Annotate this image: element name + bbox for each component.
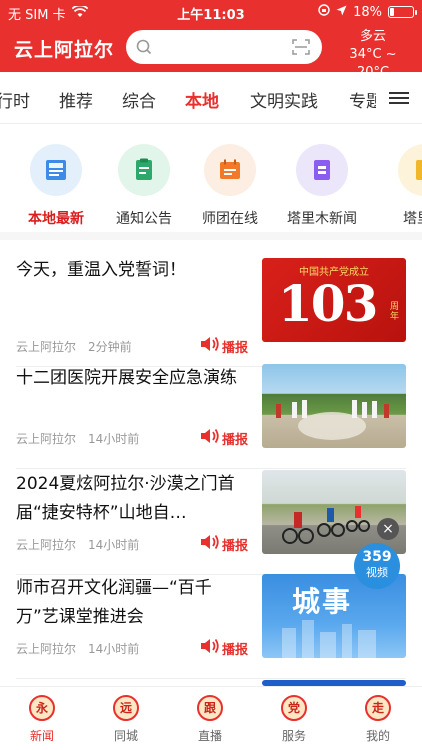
category-notice[interactable]: 通知公告 [94, 144, 194, 228]
play-audio-button[interactable]: 播报 [200, 428, 248, 448]
division-online-icon [204, 144, 256, 196]
category-label: 本地最新 [28, 211, 84, 227]
battery-percent: 18% [353, 4, 382, 20]
weather-condition: 多云 [359, 29, 386, 44]
service-nav-icon: 党 [281, 695, 307, 721]
nav-label: 我的 [365, 729, 390, 743]
category-label: 塔里木新闻 [287, 211, 357, 227]
tab-hangshi[interactable]: 行时 [0, 87, 30, 112]
close-icon[interactable]: × [377, 518, 399, 540]
category-label: 塔里木 [403, 211, 422, 227]
nav-label: 直播 [197, 729, 222, 743]
news-nav-icon: 永 [29, 695, 55, 721]
category-row: 本地最新 通知公告 师团在线 塔里木新闻 塔里木 [0, 124, 422, 240]
search-input[interactable] [160, 38, 280, 53]
category-label: 通知公告 [116, 211, 172, 227]
news-meta: 云上阿拉尔 14小时前 [16, 430, 139, 447]
news-title[interactable]: 师市召开文化润疆—“百千万”艺课堂推进会 [16, 574, 248, 632]
notice-icon [118, 144, 170, 196]
tab-local[interactable]: 本地 [185, 87, 219, 112]
play-audio-label: 播报 [222, 340, 249, 356]
news-time: 14小时前 [88, 538, 140, 552]
news-thumbnail[interactable]: 中国共产党成立 103 周年 [262, 258, 406, 342]
channel-menu-button[interactable] [376, 72, 422, 123]
category-local-latest[interactable]: 本地最新 [6, 144, 106, 228]
item-divider [16, 468, 406, 469]
bottom-nav: 永 新闻 远 同城 跟 直播 党 服务 走 我的 [0, 686, 422, 750]
channel-tabs: 行时 推荐 综合 本地 文明实践 专题 [0, 72, 422, 124]
news-source: 云上阿拉尔 [16, 538, 77, 552]
speaker-icon [200, 638, 220, 658]
play-audio-button[interactable]: 播报 [200, 336, 248, 356]
news-item[interactable]: 2024夏炫阿拉尔·沙漠之门首届“捷安特杯”山地自… 云上阿拉尔 14小时前 播… [16, 470, 406, 578]
news-meta: 云上阿拉尔 14小时前 [16, 640, 139, 657]
news-thumbnail[interactable] [262, 364, 406, 448]
thumbnail-caption-number: 103 [278, 274, 378, 333]
category-label: 师团在线 [202, 211, 258, 227]
location-icon [336, 5, 347, 20]
news-title[interactable]: 今天，重温入党誓词！ [16, 256, 248, 285]
play-audio-button[interactable]: 播报 [200, 534, 248, 554]
tarim-news-icon [296, 144, 348, 196]
speaker-icon [200, 428, 220, 448]
news-item[interactable]: 师市召开文化润疆—“百千万”艺课堂推进会 云上阿拉尔 14小时前 播报 城事 [16, 574, 406, 682]
video-count: 359 [362, 549, 392, 565]
orientation-lock-icon [318, 4, 330, 20]
tarim-more-icon [398, 144, 422, 196]
live-nav-icon: 跟 [197, 695, 223, 721]
news-meta: 云上阿拉尔 2分钟前 [16, 338, 132, 355]
cyclists-image [282, 506, 370, 544]
hamburger-icon [389, 89, 409, 107]
news-source: 云上阿拉尔 [16, 340, 77, 354]
search-icon [136, 39, 152, 59]
floating-video-button[interactable]: 359 视频 [354, 543, 400, 589]
video-label: 视频 [366, 566, 388, 579]
battery-level [390, 8, 394, 16]
news-time: 14小时前 [88, 642, 140, 656]
app-logo: 云上阿拉尔 [14, 39, 115, 61]
news-time: 2分钟前 [88, 340, 132, 354]
news-title[interactable]: 2024夏炫阿拉尔·沙漠之门首届“捷安特杯”山地自… [16, 470, 248, 528]
nav-city[interactable]: 远 同城 [84, 695, 168, 744]
news-source: 云上阿拉尔 [16, 432, 77, 446]
news-time: 14小时前 [88, 432, 140, 446]
news-meta: 云上阿拉尔 14小时前 [16, 536, 139, 553]
app-header: 无 SIM 卡 上午11:03 18% 云上阿拉尔 多云 34°C ~ [0, 0, 422, 80]
news-thumbnail[interactable] [262, 470, 406, 554]
nav-mine[interactable]: 走 我的 [336, 695, 420, 744]
nav-live[interactable]: 跟 直播 [168, 695, 252, 744]
speaker-icon [200, 336, 220, 356]
news-source: 云上阿拉尔 [16, 642, 77, 656]
nav-service[interactable]: 党 服务 [252, 695, 336, 744]
local-latest-icon [30, 144, 82, 196]
search-bar[interactable] [126, 30, 322, 64]
tab-civilization[interactable]: 文明实践 [250, 87, 318, 112]
thumbnail-caption-suffix: 周年 [390, 302, 400, 322]
play-audio-label: 播报 [222, 642, 249, 658]
play-audio-label: 播报 [222, 538, 249, 554]
item-divider [16, 678, 406, 679]
play-audio-button[interactable]: 播报 [200, 638, 248, 658]
category-tarim-more[interactable]: 塔里木 [374, 144, 422, 228]
nav-label: 同城 [113, 729, 138, 743]
tab-recommend[interactable]: 推荐 [59, 87, 93, 112]
speaker-icon [200, 534, 220, 554]
nav-label: 新闻 [29, 729, 54, 743]
drill-scene-image [276, 400, 389, 440]
tab-general[interactable]: 综合 [122, 87, 156, 112]
news-item[interactable]: 今天，重温入党誓词！ 云上阿拉尔 2分钟前 播报 中国共产党成立 103 周年 [16, 256, 406, 367]
battery-icon [388, 6, 417, 18]
nav-news[interactable]: 永 新闻 [0, 695, 84, 744]
mine-nav-icon: 走 [365, 695, 391, 721]
news-item[interactable]: 十二团医院开展安全应急演练 云上阿拉尔 14小时前 播报 [16, 364, 406, 472]
play-audio-label: 播报 [222, 432, 249, 448]
category-division-online[interactable]: 师团在线 [180, 144, 280, 228]
scan-icon[interactable] [292, 39, 310, 59]
city-nav-icon: 远 [113, 695, 139, 721]
category-tarim-news[interactable]: 塔里木新闻 [272, 144, 372, 228]
news-title[interactable]: 十二团医院开展安全应急演练 [16, 364, 248, 422]
status-bar: 无 SIM 卡 上午11:03 18% [0, 0, 422, 24]
nav-label: 服务 [281, 729, 306, 743]
